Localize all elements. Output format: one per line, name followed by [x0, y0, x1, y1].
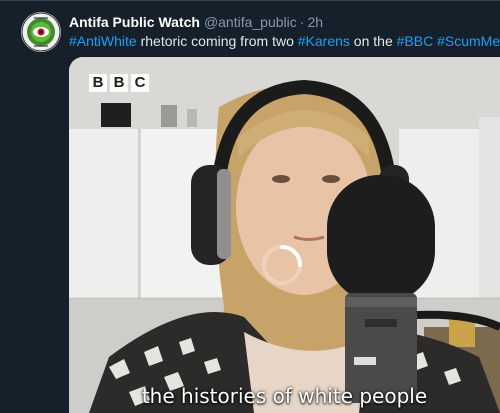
- tweet-text: #AntiWhite rhetoric coming from two #Kar…: [69, 32, 500, 50]
- antifa-logo-icon: [21, 12, 61, 52]
- bbc-logo: B B C: [89, 74, 149, 92]
- tweet-text-segment: on the: [349, 33, 397, 49]
- video-frame: [69, 57, 500, 413]
- avatar[interactable]: [21, 12, 61, 52]
- tweet-text-segment: rhetoric coming from two: [136, 33, 298, 49]
- hashtag-scummedia[interactable]: #ScumMedia: [437, 33, 500, 49]
- bbc-logo-letter: C: [131, 74, 149, 92]
- video-player[interactable]: B B C the histories of white people: [69, 57, 500, 413]
- timeline-divider: [0, 0, 500, 1]
- bbc-logo-letter: B: [110, 74, 128, 92]
- tweet-header: Antifa Public Watch @antifa_public · 2h: [69, 13, 489, 31]
- display-name[interactable]: Antifa Public Watch: [69, 14, 200, 30]
- hashtag-antiwhite[interactable]: #AntiWhite: [69, 33, 137, 49]
- separator-dot: ·: [299, 14, 305, 30]
- bbc-logo-letter: B: [89, 74, 107, 92]
- hashtag-karens[interactable]: #Karens: [298, 33, 350, 49]
- user-handle[interactable]: @antifa_public: [204, 14, 297, 30]
- tweet-timestamp[interactable]: 2h: [307, 14, 323, 30]
- video-caption: the histories of white people: [141, 384, 428, 408]
- hashtag-bbc[interactable]: #BBC: [397, 33, 434, 49]
- loading-spinner-icon[interactable]: [260, 243, 304, 287]
